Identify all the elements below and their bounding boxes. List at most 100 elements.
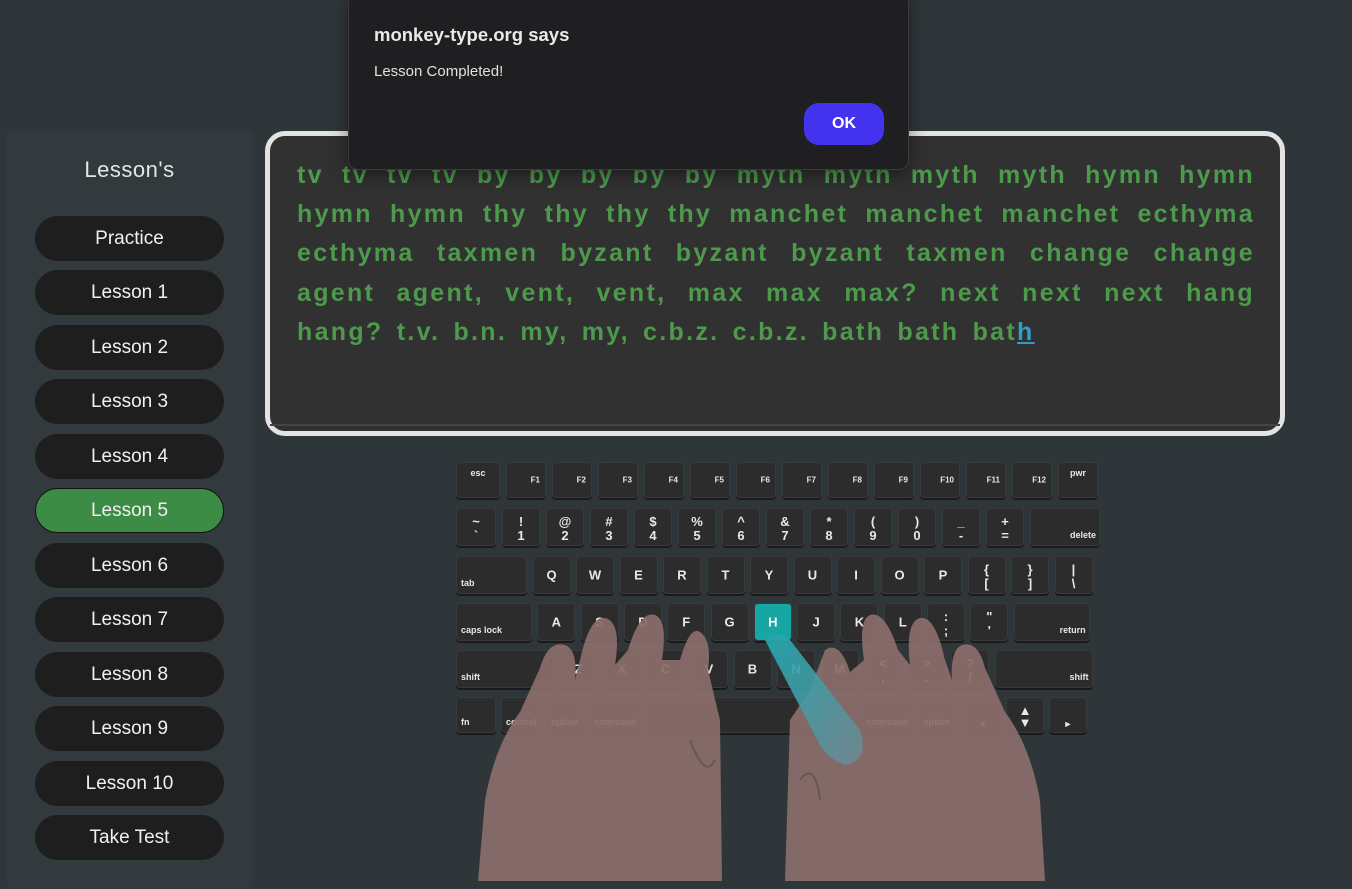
lesson-button-7[interactable]: Lesson 7 [35, 597, 224, 642]
key-x[interactable]: X [603, 650, 641, 688]
key-arrow-right[interactable]: ► [1049, 697, 1087, 733]
key-f12[interactable]: F12 [1012, 462, 1052, 498]
ok-button[interactable]: OK [804, 103, 884, 145]
key-h[interactable]: H [753, 603, 792, 641]
sidebar-title: Lesson's [84, 157, 175, 182]
key-key[interactable]: ~ ` [456, 508, 496, 546]
key-j[interactable]: J [797, 603, 836, 641]
key-space[interactable] [646, 697, 856, 733]
key-pwr[interactable]: pwr [1058, 462, 1098, 498]
lesson-button-practice[interactable]: Practice [35, 216, 224, 261]
key-e[interactable]: E [619, 556, 658, 594]
key-f11[interactable]: F11 [966, 462, 1006, 498]
lesson-button-8[interactable]: Lesson 8 [35, 652, 224, 697]
key-f2[interactable]: F2 [552, 462, 592, 498]
key-f4[interactable]: F4 [644, 462, 684, 498]
typed-text: tv tv tv tv by by by by by myth myth myt… [297, 161, 1255, 346]
key-command-right[interactable]: command [861, 697, 913, 733]
lesson-button-4[interactable]: Lesson 4 [35, 434, 224, 479]
key-s[interactable]: S [580, 603, 619, 641]
current-character: h [1017, 317, 1035, 346]
key-f7[interactable]: F7 [782, 462, 822, 498]
key-w[interactable]: W [576, 556, 614, 594]
key-9[interactable]: (9 [854, 508, 892, 546]
key-key[interactable]: {[ [967, 556, 1006, 594]
key-z[interactable]: Z [559, 650, 598, 688]
key-v[interactable]: V [690, 650, 728, 688]
key-l[interactable]: L [883, 603, 922, 641]
key-key[interactable]: }] [1011, 556, 1049, 594]
key-y[interactable]: Y [750, 556, 788, 594]
key-key[interactable]: ? / [951, 650, 989, 688]
key-a[interactable]: A [537, 603, 576, 641]
lesson-button-5[interactable]: Lesson 5 [35, 488, 224, 533]
key-key[interactable]: >. [907, 650, 946, 688]
lesson-button-9[interactable]: Lesson 9 [35, 706, 224, 751]
key-6[interactable]: ^ 6 [722, 508, 760, 546]
alert-dialog: monkey-type.org says Lesson Completed! O… [348, 0, 909, 170]
key-f8[interactable]: F8 [828, 462, 868, 498]
key-key[interactable]: + = [986, 508, 1024, 546]
lesson-button-3[interactable]: Lesson 3 [35, 379, 224, 424]
key-n[interactable]: N [777, 650, 815, 688]
key-f5[interactable]: F5 [690, 462, 730, 498]
key-caps-lock[interactable]: caps lock [456, 603, 532, 641]
dialog-message: Lesson Completed! [374, 63, 504, 80]
key-option-left[interactable]: option [546, 697, 584, 733]
key-c[interactable]: C [646, 650, 685, 688]
key-q[interactable]: Q [532, 556, 571, 594]
lesson-button-6[interactable]: Lesson 6 [35, 543, 224, 588]
key-arrow-up-down[interactable]: ▲ ▼ [1006, 697, 1044, 733]
key-return[interactable]: return [1013, 603, 1090, 641]
key-fn[interactable]: fn [456, 697, 496, 733]
key-3[interactable]: #3 [590, 508, 628, 546]
key-shift-right[interactable]: shift [994, 650, 1093, 688]
key-t[interactable]: T [706, 556, 745, 594]
key-4[interactable]: $4 [634, 508, 672, 546]
typing-area[interactable]: tv tv tv tv by by by by by myth myth myt… [265, 131, 1285, 436]
key-r[interactable]: R [663, 556, 701, 594]
key-b[interactable]: B [733, 650, 772, 688]
key-f1[interactable]: F1 [506, 462, 546, 498]
key-control[interactable]: control [501, 697, 541, 733]
key-shift-left[interactable]: shift [456, 650, 554, 688]
key-esc[interactable]: esc [456, 462, 500, 498]
lesson-sidebar: Lesson's Practice Lesson 1 Lesson 2 Less… [7, 129, 252, 889]
key-g[interactable]: G [710, 603, 749, 641]
key-f9[interactable]: F9 [874, 462, 914, 498]
key-arrow-left[interactable]: ◄ [963, 697, 1001, 733]
key-f3[interactable]: F3 [598, 462, 638, 498]
lesson-button-1[interactable]: Lesson 1 [35, 270, 224, 315]
take-test-button[interactable]: Take Test [35, 815, 224, 860]
key-key[interactable]: _ - [942, 508, 980, 546]
key-tab[interactable]: tab [456, 556, 527, 594]
key-key[interactable]: | \ [1054, 556, 1093, 594]
key-f10[interactable]: F10 [920, 462, 960, 498]
key-u[interactable]: U [793, 556, 832, 594]
key-5[interactable]: % 5 [678, 508, 716, 546]
key-7[interactable]: & 7 [766, 508, 804, 546]
key-key[interactable]: :; [927, 603, 965, 641]
key-key[interactable]: " ' [970, 603, 1009, 641]
key-i[interactable]: I [837, 556, 875, 594]
key-m[interactable]: M [820, 650, 859, 688]
lesson-button-2[interactable]: Lesson 2 [35, 325, 224, 370]
key-k[interactable]: K [840, 603, 879, 641]
key-p[interactable]: P [924, 556, 962, 594]
key-f[interactable]: F [667, 603, 706, 641]
key-d[interactable]: D [623, 603, 662, 641]
lesson-button-10[interactable]: Lesson 10 [35, 761, 224, 806]
key-o[interactable]: O [880, 556, 919, 594]
key-1[interactable]: ! 1 [502, 508, 540, 546]
dialog-title: monkey-type.org says [374, 24, 570, 45]
key-2[interactable]: @2 [546, 508, 584, 546]
key-8[interactable]: * 8 [810, 508, 848, 546]
key-0[interactable]: ) 0 [898, 508, 936, 546]
key-key[interactable]: <, [864, 650, 902, 688]
key-f6[interactable]: F6 [736, 462, 776, 498]
typing-area-divider [270, 424, 1280, 426]
key-option-right[interactable]: option [918, 697, 958, 733]
key-delete[interactable]: delete [1030, 508, 1100, 546]
typing-text: tv tv tv tv by by by by by myth myth myt… [297, 156, 1255, 352]
key-command-left[interactable]: command [589, 697, 641, 733]
